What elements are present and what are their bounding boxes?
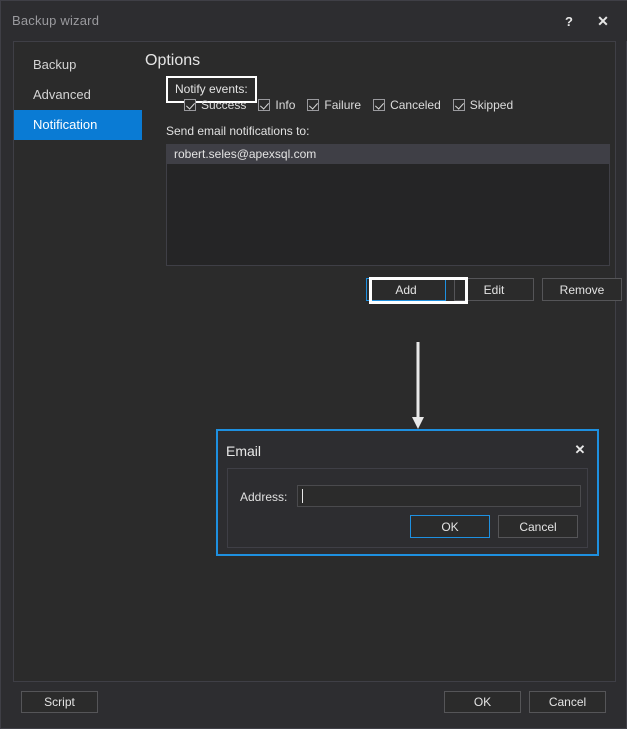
text-caret	[302, 489, 303, 503]
send-email-label: Send email notifications to:	[166, 124, 310, 138]
email-dialog-group: Address: OK Cancel	[227, 468, 588, 548]
close-icon[interactable]: ✕	[586, 7, 620, 35]
checkbox-skipped-box[interactable]	[452, 99, 465, 111]
recipient-actions: Add Edit Remove	[366, 278, 622, 301]
footer-left: Script	[21, 691, 98, 713]
sidebar-item-advanced[interactable]: Advanced	[14, 80, 142, 110]
titlebar-button-group: ? ✕	[552, 1, 620, 41]
checkbox-success-label: Success	[201, 98, 247, 112]
remove-button[interactable]: Remove	[542, 278, 622, 301]
checkbox-failure[interactable]: Failure	[307, 98, 361, 112]
help-icon[interactable]: ?	[552, 7, 586, 35]
checkbox-canceled[interactable]: Canceled	[373, 98, 441, 112]
window-titlebar: Backup wizard ? ✕	[1, 1, 627, 41]
wizard-sidebar: Backup Advanced Notification	[14, 50, 142, 140]
checkbox-failure-box[interactable]	[307, 99, 320, 111]
ok-button[interactable]: OK	[444, 691, 521, 713]
cancel-button[interactable]: Cancel	[529, 691, 606, 713]
checkbox-failure-label: Failure	[324, 98, 362, 112]
notify-events-checkbox-group: Success Info Failure Canceled Skipped	[184, 98, 513, 112]
sidebar-item-backup[interactable]: Backup	[14, 50, 142, 80]
checkbox-info-box[interactable]	[258, 99, 271, 111]
annotation-arrow-icon	[412, 342, 424, 429]
list-item[interactable]: robert.seles@apexsql.com	[167, 145, 609, 164]
checkbox-skipped[interactable]: Skipped	[452, 98, 514, 112]
sidebar-item-notification[interactable]: Notification	[14, 110, 142, 140]
recipients-listbox[interactable]: robert.seles@apexsql.com	[166, 144, 610, 266]
edit-button[interactable]: Edit	[454, 278, 534, 301]
address-label: Address:	[240, 490, 288, 504]
email-dialog-title: Email	[226, 443, 262, 459]
footer-right: OK Cancel	[444, 691, 606, 713]
email-dialog-ok-button[interactable]: OK	[410, 515, 490, 538]
email-dialog-cancel-button[interactable]: Cancel	[498, 515, 578, 538]
page-title: Options	[145, 52, 201, 69]
checkbox-info-label: Info	[275, 98, 296, 112]
address-input[interactable]	[297, 485, 581, 507]
window-title: Backup wizard	[12, 13, 100, 28]
checkbox-canceled-label: Canceled	[390, 98, 441, 112]
email-dialog: Email ✕ Address: OK Cancel	[216, 429, 599, 556]
checkbox-success[interactable]: Success	[184, 98, 246, 112]
checkbox-success-box[interactable]	[184, 99, 196, 111]
notify-events-label: Notify events:	[175, 82, 248, 96]
checkbox-skipped-label: Skipped	[469, 98, 514, 112]
script-button[interactable]: Script	[21, 691, 98, 713]
content-panel: Backup Advanced Notification Options Not…	[13, 41, 622, 682]
add-button[interactable]: Add	[366, 278, 446, 301]
checkbox-canceled-box[interactable]	[373, 99, 386, 111]
checkbox-info[interactable]: Info	[258, 98, 295, 112]
backup-wizard-window: Backup wizard ? ✕ Backup Advanced Notifi…	[0, 0, 627, 729]
email-dialog-close-icon[interactable]: ✕	[569, 440, 591, 460]
email-dialog-buttons: OK Cancel	[410, 515, 578, 538]
